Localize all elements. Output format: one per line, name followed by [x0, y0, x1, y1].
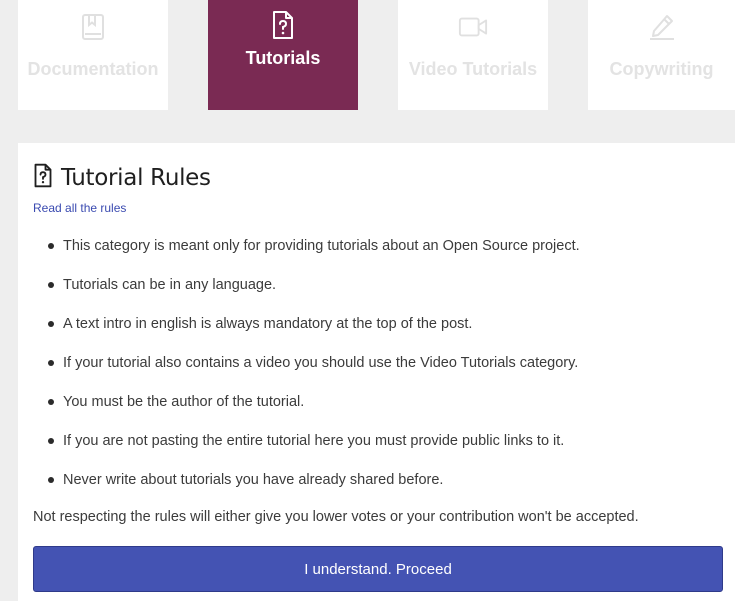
rule-text: A text intro in english is always mandat… [63, 316, 473, 332]
list-item: This category is meant only for providin… [18, 227, 580, 266]
bullet-icon [48, 321, 54, 327]
list-item: You must be the author of the tutorial. [18, 383, 580, 422]
rules-warning-note: Not respecting the rules will either giv… [33, 509, 639, 525]
bullet-icon [48, 438, 54, 444]
rules-heading: Tutorial Rules [33, 163, 211, 193]
tab-tutorials[interactable]: Tutorials [208, 0, 358, 110]
rule-text: You must be the author of the tutorial. [63, 394, 305, 410]
bullet-icon [48, 477, 54, 483]
question-document-icon [268, 10, 298, 40]
tab-label: Tutorials [245, 48, 321, 68]
tab-label: Copywriting [609, 59, 714, 79]
list-item: Tutorials can be in any language. [18, 266, 580, 305]
list-item: A text intro in english is always mandat… [18, 305, 580, 344]
tab-copywriting[interactable]: Copywriting [588, 0, 735, 110]
rule-text: If you are not pasting the entire tutori… [63, 433, 565, 449]
list-item: If you are not pasting the entire tutori… [18, 422, 580, 461]
rule-text: Tutorials can be in any language. [63, 277, 277, 293]
rule-text: Never write about tutorials you have alr… [63, 472, 444, 488]
bullet-icon [48, 360, 54, 366]
video-camera-icon [458, 12, 488, 42]
tab-label: Video Tutorials [408, 59, 538, 79]
list-item: If your tutorial also contains a video y… [18, 344, 580, 383]
rule-text: If your tutorial also contains a video y… [63, 355, 579, 371]
bullet-icon [48, 399, 54, 405]
pencil-icon [647, 12, 677, 42]
book-icon [78, 12, 108, 42]
proceed-button[interactable]: I understand. Proceed [33, 546, 723, 592]
tab-documentation[interactable]: Documentation [18, 0, 168, 110]
rules-title: Tutorial Rules [61, 165, 211, 191]
rule-text: This category is meant only for providin… [63, 238, 580, 254]
rules-list: This category is meant only for providin… [18, 227, 580, 500]
bullet-icon [48, 282, 54, 288]
tab-label: Documentation [27, 59, 159, 79]
bullet-icon [48, 243, 54, 249]
tab-video-tutorials[interactable]: Video Tutorials [398, 0, 548, 110]
question-document-icon [33, 163, 53, 193]
read-all-rules-link[interactable]: Read all the rules [33, 201, 126, 215]
rules-panel: Tutorial Rules Read all the rules This c… [18, 143, 735, 601]
list-item: Never write about tutorials you have alr… [18, 461, 580, 500]
category-tabs: Documentation Tutorials Video Tutorials [0, 0, 735, 110]
